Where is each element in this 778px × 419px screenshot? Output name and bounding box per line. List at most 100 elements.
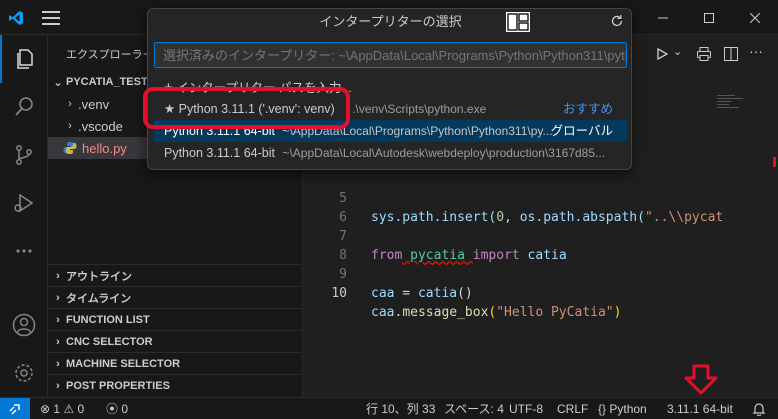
activity-more[interactable]: [0, 227, 48, 275]
code-token: (): [457, 286, 473, 301]
status-bar: ⊗ 1 ⚠ 0 ⦿ 0 行 10、列 33 スペース: 4 UTF-8 CRLF…: [0, 397, 778, 419]
section-label: CNC SELECTOR: [66, 335, 153, 348]
editor-scrollbar[interactable]: [762, 75, 776, 395]
maximize-button[interactable]: [686, 0, 732, 35]
tree-item-label: .vscode: [78, 118, 123, 134]
section-machine-selector[interactable]: › MACHINE SELECTOR: [48, 352, 302, 374]
ports-indicator[interactable]: ⦿ 0: [106, 398, 128, 419]
code-line: 6: [303, 189, 713, 225]
error-count: 1: [53, 402, 61, 416]
option-path: ~\AppData\Local\Autodesk\webdeploy\produ…: [282, 146, 606, 160]
chevron-right-icon: ›: [56, 313, 60, 326]
bell-icon: [752, 403, 766, 417]
encoding[interactable]: UTF-8: [509, 398, 543, 419]
close-button[interactable]: [732, 0, 778, 35]
remote-button[interactable]: [0, 398, 30, 419]
section-function-list[interactable]: › FUNCTION LIST: [48, 308, 302, 330]
code-token: =: [394, 286, 418, 301]
chevron-right-icon: ›: [56, 357, 60, 370]
more-actions-icon[interactable]: ···: [749, 43, 763, 59]
code-text: caa.message_box("Hello PyCatia"): [371, 303, 621, 322]
activity-explorer[interactable]: [0, 35, 48, 83]
global-tag: グローバル: [550, 124, 613, 138]
code-token: caa: [371, 305, 395, 320]
chevron-right-icon: ›: [56, 291, 60, 304]
vscode-window: エクスプローラー ⌄ PYCATIA_TEST › .venv › .vscod…: [0, 0, 778, 419]
interpreter-option-autodesk[interactable]: Python 3.11.1 64-bit ~\AppData\Local\Aut…: [154, 142, 627, 164]
interpreter-search-input[interactable]: [154, 42, 627, 68]
code-line: 5 sys.path.insert(0, os.path.abspath("..…: [303, 170, 723, 225]
line-ending[interactable]: CRLF: [557, 398, 588, 419]
refresh-icon[interactable]: [610, 14, 624, 28]
option-label: Python 3.11.1 64-bit: [164, 146, 275, 160]
code-line-current: 10 caa.message_box("Hello PyCatia"): [303, 265, 713, 320]
code-token: caa: [371, 286, 395, 301]
menu-icon[interactable]: [42, 11, 60, 25]
code-token: "Hello PyCatia": [496, 305, 614, 320]
line-number: 10: [331, 286, 347, 301]
section-label: POST PROPERTIES: [66, 379, 170, 392]
minimize-icon: [658, 17, 668, 18]
error-icon: ⊗: [40, 402, 51, 416]
code-token: catia: [417, 286, 458, 301]
folder-root-label: PYCATIA_TEST: [66, 76, 148, 88]
cursor-position[interactable]: 行 10、列 33: [366, 398, 435, 419]
code-token: message_box: [402, 305, 489, 320]
ports-count: 0: [121, 402, 129, 416]
tree-item-label: hello.py: [82, 140, 127, 156]
section-label: MACHINE SELECTOR: [66, 357, 181, 370]
vscode-logo-icon: [9, 11, 23, 25]
close-icon: [750, 12, 760, 23]
run-debug-icon: [14, 193, 34, 213]
annotation-arrow-down-icon: [684, 364, 718, 395]
chevron-down-icon: ⌄: [53, 76, 63, 89]
chevron-right-icon: ›: [68, 98, 72, 110]
account-icon: [12, 313, 36, 337]
run-icon[interactable]: [655, 47, 669, 61]
section-post-properties[interactable]: › POST PROPERTIES: [48, 374, 302, 396]
language-label: Python: [609, 402, 647, 416]
activity-account[interactable]: [0, 301, 48, 349]
sidebar-title: エクスプローラー: [66, 49, 154, 61]
minimize-button[interactable]: [640, 0, 686, 35]
braces-icon: {}: [598, 402, 607, 416]
settings-icon: [15, 364, 33, 382]
indentation[interactable]: スペース: 4: [444, 398, 504, 419]
quick-pick-title: インタープリターの選択: [319, 14, 462, 29]
notifications[interactable]: [752, 398, 766, 419]
option-path: .\venv\Scripts\python.exe: [352, 102, 487, 116]
warning-count: 0: [77, 402, 85, 416]
code-token: ): [613, 305, 622, 320]
section-label: アウトライン: [66, 270, 132, 283]
python-interpreter[interactable]: 3.11.1 64-bit: [667, 398, 733, 419]
chevron-down-icon[interactable]: ⌄: [673, 45, 682, 58]
warning-icon: ⚠: [63, 402, 75, 416]
problems-indicator[interactable]: ⊗ 1 ⚠ 0: [40, 398, 84, 419]
maximize-icon: [704, 12, 714, 23]
search-icon: [15, 97, 33, 116]
code-text: caa = catia(): [371, 284, 473, 303]
activity-source-control[interactable]: [0, 131, 48, 179]
language-mode[interactable]: {} Python: [598, 398, 647, 419]
activity-settings[interactable]: [0, 349, 48, 397]
section-timeline[interactable]: › タイムライン: [48, 286, 302, 308]
split-editor-icon[interactable]: [723, 46, 739, 62]
chevron-right-icon: ›: [56, 269, 60, 282]
section-label: FUNCTION LIST: [66, 313, 150, 326]
section-cnc-selector[interactable]: › CNC SELECTOR: [48, 330, 302, 352]
activity-search[interactable]: [0, 83, 48, 131]
annotation-highlight-ring: [143, 87, 350, 129]
recommended-tag: おすすめ: [562, 102, 613, 116]
activity-run-debug[interactable]: [0, 179, 48, 227]
chevron-right-icon: ›: [56, 379, 60, 392]
chevron-right-icon: ›: [68, 120, 72, 132]
section-outline[interactable]: › アウトライン: [48, 264, 302, 286]
explorer-icon: [17, 49, 33, 69]
layout-icon[interactable]: [505, 11, 531, 33]
python-file-icon: [63, 142, 77, 154]
section-label: タイムライン: [66, 292, 132, 305]
code-line: 8: [303, 227, 713, 263]
more-icon: [16, 249, 32, 253]
printer-icon[interactable]: [696, 46, 712, 62]
minimap[interactable]: [715, 75, 759, 135]
